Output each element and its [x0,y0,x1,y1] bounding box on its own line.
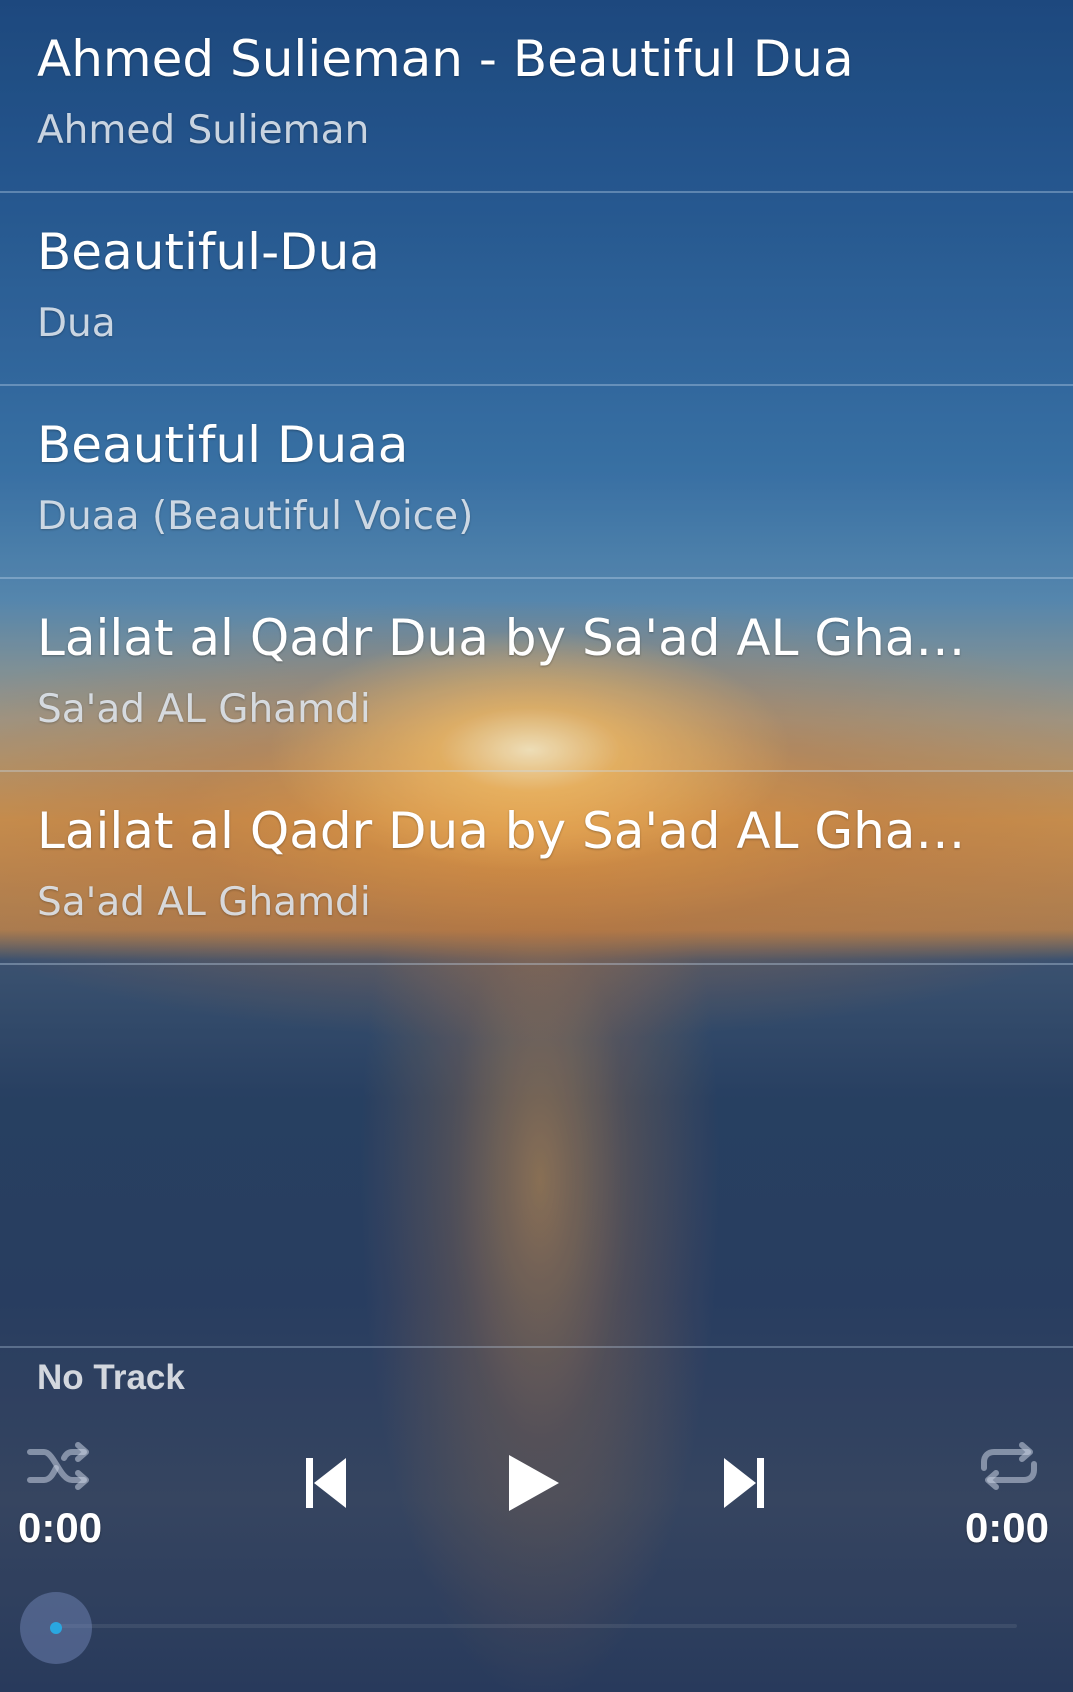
track-title: Beautiful Duaa [37,416,409,474]
track-artist: Ahmed Sulieman [37,108,370,153]
elapsed-time: 0:00 [18,1504,103,1551]
track-title: Beautiful-Dua [37,223,380,281]
now-playing-label: No Track [37,1358,185,1397]
play-icon[interactable] [506,1452,562,1514]
track-row[interactable]: Beautiful Duaa Duaa (Beautiful Voice) [0,386,1073,579]
track-artist: Duaa (Beautiful Voice) [37,494,474,539]
track-title: Ahmed Sulieman - Beautiful Dua [37,30,854,88]
track-artist: Sa'ad AL Ghamdi [37,687,371,732]
track-row[interactable]: Lailat al Qadr Dua by Sa'ad AL Ghamd… Sa… [0,579,1073,772]
track-artist: Dua [37,301,116,346]
track-title: Lailat al Qadr Dua by Sa'ad AL Ghamd… [37,609,997,667]
seek-thumb[interactable] [20,1592,92,1664]
seek-bar[interactable] [57,1624,1017,1628]
repeat-icon[interactable] [978,1440,1040,1492]
skip-previous-icon[interactable] [304,1456,348,1510]
track-list: Ahmed Sulieman - Beautiful Dua Ahmed Sul… [0,0,1073,965]
total-duration: 0:00 [964,1504,1049,1551]
player-panel: No Track 0:00 0:00 [0,1346,1073,1692]
track-row[interactable]: Beautiful-Dua Dua [0,193,1073,386]
track-row[interactable]: Lailat al Qadr Dua by Sa'ad AL Ghamd… Sa… [0,772,1073,965]
track-artist: Sa'ad AL Ghamdi [37,880,371,925]
shuffle-icon[interactable] [26,1440,94,1492]
seek-thumb-dot [50,1622,62,1634]
track-title: Lailat al Qadr Dua by Sa'ad AL Ghamd… [37,802,997,860]
track-row[interactable]: Ahmed Sulieman - Beautiful Dua Ahmed Sul… [0,0,1073,193]
skip-next-icon[interactable] [722,1456,766,1510]
